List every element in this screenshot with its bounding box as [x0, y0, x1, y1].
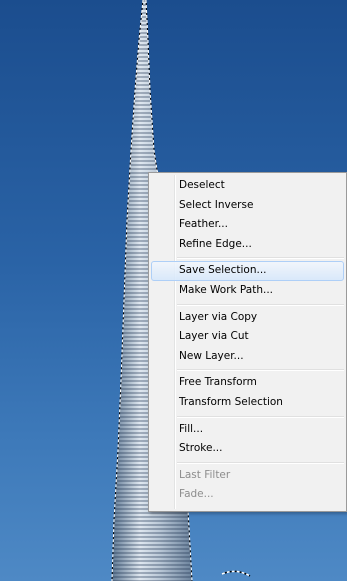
menu-separator [149, 301, 346, 308]
menu-item-label: Save Selection... [179, 264, 267, 277]
menu-item-label: Free Transform [179, 376, 257, 389]
menu-item-feather[interactable]: Feather... [149, 215, 346, 235]
menu-item-save-selection[interactable]: Save Selection... [149, 261, 346, 281]
menu-item-last-filter: Last Filter [149, 466, 346, 486]
menu-item-deselect[interactable]: Deselect [149, 176, 346, 196]
menu-item-layer-via-cut[interactable]: Layer via Cut [149, 327, 346, 347]
context-menu: Deselect Select Inverse Feather... Refine E… [148, 172, 347, 512]
menu-item-free-transform[interactable]: Free Transform [149, 373, 346, 393]
menu-item-label: Fade... [179, 488, 214, 501]
menu-separator [149, 254, 346, 261]
menu-item-label: Fill... [179, 422, 204, 435]
menu-separator [149, 413, 346, 420]
menu-item-fade: Fade... [149, 485, 346, 505]
menu-item-label: Refine Edge... [179, 237, 252, 250]
menu-item-transform-selection[interactable]: Transform Selection [149, 393, 346, 413]
menu-item-label: Transform Selection [179, 395, 283, 408]
menu-item-label: Feather... [179, 218, 228, 231]
menu-item-refine-edge[interactable]: Refine Edge... [149, 235, 346, 255]
menu-item-label: Deselect [179, 179, 225, 191]
menu-item-select-inverse[interactable]: Select Inverse [149, 196, 346, 216]
menu-item-label: Stroke... [179, 442, 223, 455]
menu-item-label: Select Inverse [179, 198, 254, 211]
menu-item-make-work-path[interactable]: Make Work Path... [149, 281, 346, 301]
menu-item-label: Layer via Cut [179, 330, 249, 343]
menu-item-label: Layer via Copy [179, 310, 258, 323]
menu-item-fill[interactable]: Fill... [149, 420, 346, 440]
menu-item-label: Last Filter [179, 468, 231, 481]
menu-separator [149, 366, 346, 373]
menu-separator [149, 459, 346, 466]
menu-item-label: Make Work Path... [179, 283, 274, 296]
menu-item-layer-via-copy[interactable]: Layer via Copy [149, 308, 346, 328]
menu-item-stroke[interactable]: Stroke... [149, 439, 346, 459]
menu-item-new-layer[interactable]: New Layer... [149, 347, 346, 367]
menu-item-label: New Layer... [179, 349, 244, 362]
